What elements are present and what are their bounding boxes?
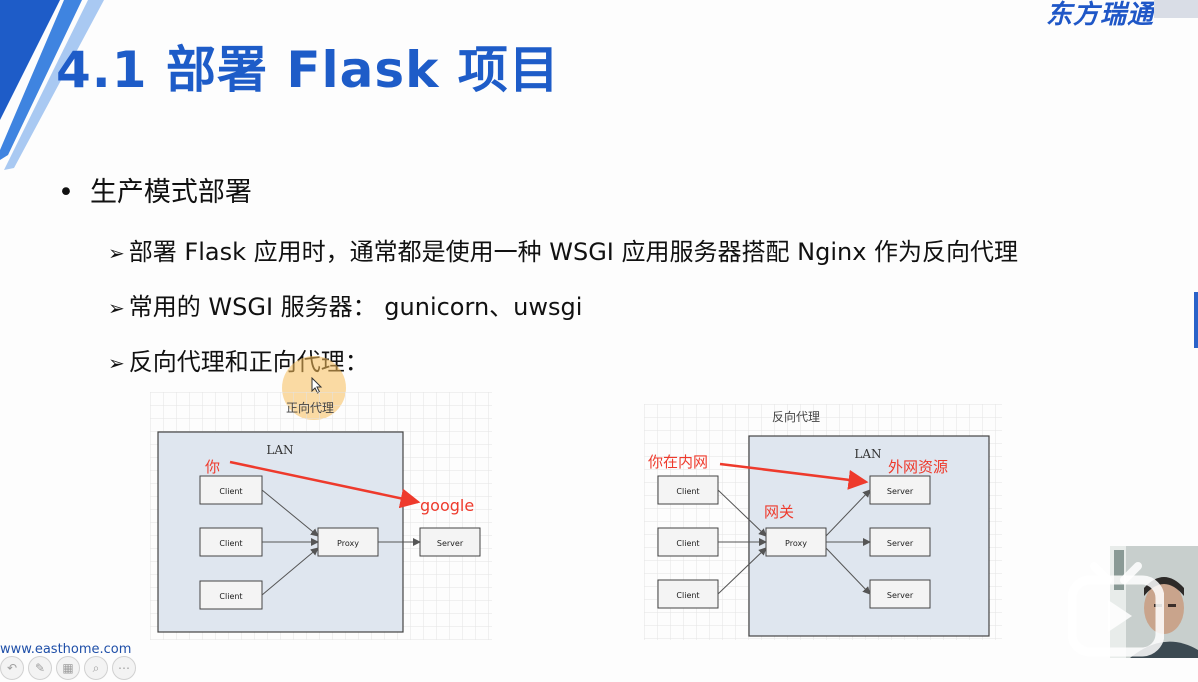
draw-icon[interactable]: ✎ bbox=[28, 656, 52, 680]
client-label: Client bbox=[676, 591, 699, 600]
brand-logo: 东方瑞通 bbox=[1045, 0, 1154, 30]
scroll-indicator bbox=[1194, 292, 1198, 348]
zoom-icon[interactable]: ⌕ bbox=[84, 656, 108, 680]
lan-label: LAN bbox=[854, 447, 881, 461]
video-play-watermark-icon bbox=[1068, 562, 1164, 657]
arrow-bullet-icon: ➢ bbox=[108, 296, 125, 320]
client-label: Client bbox=[676, 487, 699, 496]
bullet-text: 生产模式部署 bbox=[89, 177, 252, 208]
brand-badge bbox=[1154, 0, 1198, 18]
footer-url[interactable]: www.easthome.com bbox=[0, 642, 131, 657]
proxy-label: Proxy bbox=[785, 539, 807, 548]
proxy-label: Proxy bbox=[337, 539, 359, 548]
reverse-proxy-diagram: 反向代理 LAN Client Client Client Proxy Serv… bbox=[644, 404, 1002, 640]
subitem-wsgi-servers: ➢ 常用的 WSGI 服务器： gunicorn、uwsgi bbox=[108, 287, 582, 322]
server-label: Server bbox=[887, 487, 914, 496]
slide-title: 4.1 部署 Flask 项目 bbox=[56, 41, 560, 99]
annotation-you: 你 bbox=[205, 458, 220, 476]
subitem-text: 部署 Flask 应用时，通常都是使用一种 WSGI 应用服务器搭配 Nginx… bbox=[128, 238, 1019, 266]
slide: 东方瑞通 4.1 部署 Flask 项目 • 生产模式部署 ➢ 部署 Flask 应… bbox=[0, 0, 1198, 682]
client-label: Client bbox=[676, 539, 699, 548]
server-label: Server bbox=[887, 591, 914, 600]
client-label: Client bbox=[219, 487, 242, 496]
server-label: Server bbox=[437, 539, 464, 548]
reverse-proxy-caption: 反向代理 bbox=[772, 409, 820, 424]
subitem-wsgi-nginx: ➢ 部署 Flask 应用时，通常都是使用一种 WSGI 应用服务器搭配 Ngin… bbox=[108, 232, 1018, 267]
annotation-google: google bbox=[420, 496, 474, 515]
annotation-intranet: 你在内网 bbox=[648, 453, 708, 471]
annotation-gateway: 网关 bbox=[764, 503, 794, 521]
client-label: Client bbox=[219, 539, 242, 548]
forward-proxy-diagram: 正向代理 LAN Client Client Client Proxy Serv… bbox=[150, 392, 492, 640]
arrow-bullet-icon: ➢ bbox=[108, 351, 125, 375]
more-icon[interactable]: ⋯ bbox=[112, 656, 136, 680]
server-label: Server bbox=[887, 539, 914, 548]
arrow-bullet-icon: ➢ bbox=[108, 241, 125, 265]
bullet-dot-icon: • bbox=[58, 177, 74, 208]
slides-icon[interactable]: ▦ bbox=[56, 656, 80, 680]
undo-icon[interactable]: ↶ bbox=[0, 656, 24, 680]
client-label: Client bbox=[219, 592, 242, 601]
presentation-toolbar: ↶ ✎ ▦ ⌕ ⋯ bbox=[0, 656, 136, 680]
bullet-production-deploy: • 生产模式部署 bbox=[58, 170, 252, 209]
lan-label: LAN bbox=[266, 443, 293, 457]
annotation-external-resource: 外网资源 bbox=[888, 458, 948, 476]
forward-proxy-caption: 正向代理 bbox=[286, 400, 334, 415]
subitem-text: 常用的 WSGI 服务器： gunicorn、uwsgi bbox=[128, 293, 583, 321]
